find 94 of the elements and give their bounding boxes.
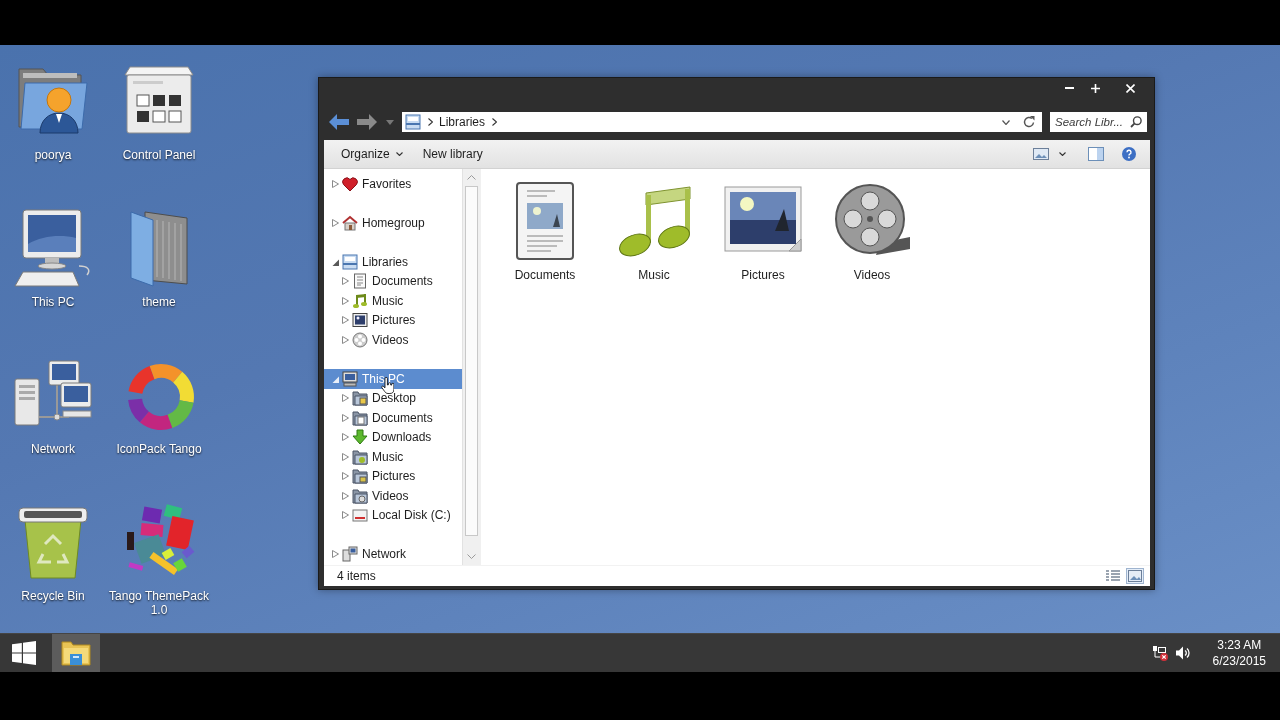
view-button[interactable]	[1104, 568, 1122, 584]
heart-icon	[342, 175, 358, 192]
expand-arrow-icon[interactable]	[332, 550, 339, 559]
close-icon[interactable]	[1126, 83, 1135, 93]
clock-time[interactable]: 3:23 AM	[1217, 637, 1262, 653]
network-error-icon[interactable]	[1151, 645, 1168, 661]
film-reel-icon	[352, 331, 368, 348]
icon-label[interactable]: Recycle Bin	[21, 589, 85, 603]
help-icon[interactable]	[1122, 147, 1136, 161]
folder-icon	[352, 448, 368, 465]
large-icons-view-icon	[1128, 570, 1142, 582]
volume-icon[interactable]	[1175, 646, 1191, 660]
expand-arrow-icon[interactable]	[342, 277, 349, 286]
expand-arrow-icon[interactable]	[342, 413, 349, 422]
icon-label[interactable]: Control Panel	[122, 148, 196, 162]
expand-arrow-icon[interactable]	[332, 257, 339, 266]
preview-pane-icon[interactable]	[1088, 147, 1104, 161]
tree-item[interactable]: Videos	[324, 486, 462, 506]
expand-arrow-icon[interactable]	[342, 316, 349, 325]
drive-icon	[352, 507, 368, 524]
item-count: 4 items	[337, 569, 376, 583]
icon-label[interactable]: Network	[31, 442, 75, 456]
down-arrow-icon	[352, 429, 368, 446]
folder-icon	[352, 487, 368, 504]
folder-icon	[352, 390, 368, 407]
search-icon[interactable]	[1130, 116, 1142, 128]
tree-item[interactable]: Documents	[324, 408, 462, 428]
library-icon	[405, 114, 421, 130]
maximize-icon[interactable]	[1091, 83, 1100, 93]
expand-arrow-icon[interactable]	[342, 472, 349, 481]
search-field[interactable]: Search Libr...	[1050, 112, 1147, 132]
chevron-icon[interactable]	[428, 118, 433, 126]
expand-arrow-icon[interactable]	[342, 452, 349, 461]
toolbar-button[interactable]: New library	[416, 143, 489, 165]
start-icon	[12, 641, 36, 665]
item-label[interactable]: Videos	[853, 268, 891, 282]
icon-label[interactable]: Tango ThemePack 1.0	[109, 589, 209, 617]
expand-arrow-icon[interactable]	[342, 511, 349, 520]
tree-item[interactable]: Music	[324, 291, 462, 311]
tree-item[interactable]: Desktop	[324, 388, 462, 408]
forward-arrow-icon[interactable]	[357, 114, 377, 130]
icon-label[interactable]: theme	[142, 295, 176, 309]
change-view-icon[interactable]	[1033, 148, 1049, 160]
caret-icon[interactable]	[1002, 119, 1010, 125]
music-note-icon	[352, 292, 368, 309]
tree-item[interactable]: Videos	[324, 330, 462, 350]
expand-arrow-icon[interactable]	[332, 374, 339, 383]
network-icon	[342, 546, 358, 563]
scrollbar-thumb[interactable]	[465, 186, 478, 536]
expand-arrow-icon[interactable]	[342, 491, 349, 500]
item-label[interactable]: Music	[638, 268, 670, 282]
taskbar-button[interactable]	[52, 634, 100, 672]
icon-label[interactable]: This PC	[31, 295, 75, 309]
expand-arrow-icon[interactable]	[332, 218, 339, 227]
caret-icon[interactable]	[1059, 152, 1066, 156]
tree-item[interactable]: Network	[324, 544, 462, 564]
expand-arrow-icon[interactable]	[342, 335, 349, 344]
item-label[interactable]: Pictures	[741, 268, 785, 282]
tree-item[interactable]: Pictures	[324, 466, 462, 486]
expand-arrow-icon[interactable]	[342, 394, 349, 403]
tree-item[interactable]: Favorites	[324, 174, 462, 194]
tree-item[interactable]: Libraries	[324, 252, 462, 272]
folder-icon	[352, 409, 368, 426]
expand-arrow-icon[interactable]	[332, 179, 339, 188]
address-bar[interactable]: Libraries	[402, 112, 1042, 132]
tree-item[interactable]: Music	[324, 447, 462, 467]
picture-icon	[352, 312, 368, 329]
tree-item[interactable]: Documents	[324, 271, 462, 291]
icon-label[interactable]: poorya	[34, 148, 72, 162]
tree-item[interactable]: Pictures	[324, 310, 462, 330]
view-button[interactable]	[1126, 568, 1144, 584]
library-icon	[342, 253, 358, 270]
scrollbar[interactable]	[462, 169, 480, 565]
back-arrow-icon[interactable]	[329, 114, 349, 130]
breadcrumb[interactable]: Libraries	[439, 115, 486, 129]
document-icon	[352, 273, 368, 290]
toolbar-button[interactable]: Organize	[335, 143, 409, 165]
expand-arrow-icon[interactable]	[342, 296, 349, 305]
tree-item[interactable]: Downloads	[324, 427, 462, 447]
monitor-icon	[342, 370, 358, 387]
house-icon	[342, 214, 358, 231]
chevron-icon[interactable]	[492, 118, 498, 126]
folder-icon	[352, 468, 368, 485]
scroll-down-icon[interactable]	[467, 554, 476, 559]
clock-date[interactable]: 6/23/2015	[1212, 653, 1266, 669]
refresh-icon[interactable]	[1023, 116, 1035, 128]
icon-label[interactable]: IconPack Tango	[116, 442, 202, 456]
details-view-icon	[1106, 570, 1120, 582]
scroll-up-icon[interactable]	[467, 175, 476, 180]
item-label[interactable]: Documents	[514, 268, 576, 282]
tree-item[interactable]: Homegroup	[324, 213, 462, 233]
tree-item[interactable]: Local Disk (C:)	[324, 505, 462, 525]
expand-arrow-icon[interactable]	[342, 433, 349, 442]
folder-icon	[61, 640, 91, 666]
